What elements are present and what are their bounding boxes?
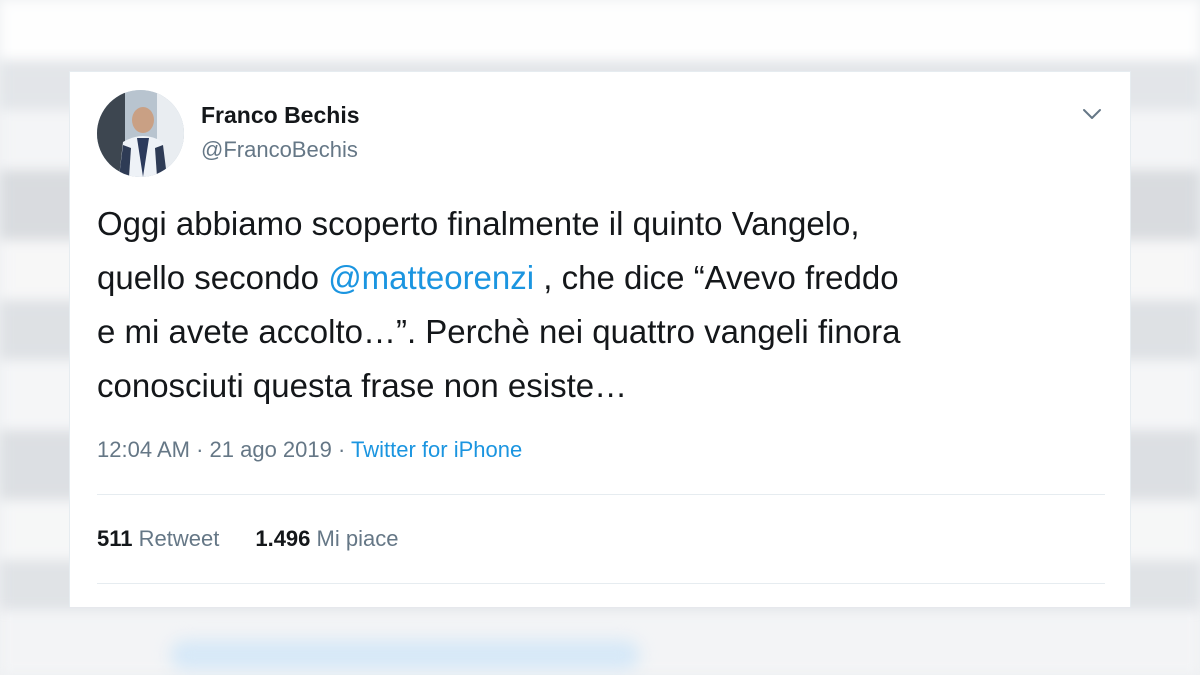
blurred-background-strip (170, 640, 640, 670)
author-handle[interactable]: @FrancoBechis (201, 137, 358, 163)
like-label: Mi piace (316, 526, 399, 551)
retweet-stat[interactable]: 511 Retweet (97, 526, 219, 552)
tweet-time[interactable]: 12:04 AM (97, 437, 190, 462)
meta-separator: · (189, 437, 210, 462)
like-count: 1.496 (255, 526, 311, 551)
meta-separator: · (331, 437, 352, 462)
tweet-date[interactable]: 21 ago 2019 (210, 437, 332, 462)
divider (97, 583, 1105, 584)
tweet-text: Oggi abbiamo scoperto finalmente il quin… (97, 197, 1107, 413)
retweet-count: 511 (97, 526, 133, 551)
tweet-meta: 12:04 AM · 21 ago 2019 · Twitter for iPh… (97, 437, 522, 463)
avatar[interactable] (97, 90, 184, 177)
avatar-photo (97, 90, 184, 177)
tweet-stats: 511 Retweet 1.496 Mi piace (97, 526, 398, 552)
mention-link[interactable]: @matteorenzi (328, 259, 534, 296)
retweet-label: Retweet (138, 526, 220, 551)
chevron-down-icon[interactable] (1080, 102, 1104, 126)
like-stat[interactable]: 1.496 Mi piace (255, 526, 398, 552)
author-name[interactable]: Franco Bechis (201, 102, 360, 129)
divider (97, 494, 1105, 495)
tweet-source-link[interactable]: Twitter for iPhone (351, 437, 522, 462)
tweet-card: Franco Bechis @FrancoBechis Oggi abbiamo… (69, 71, 1131, 607)
